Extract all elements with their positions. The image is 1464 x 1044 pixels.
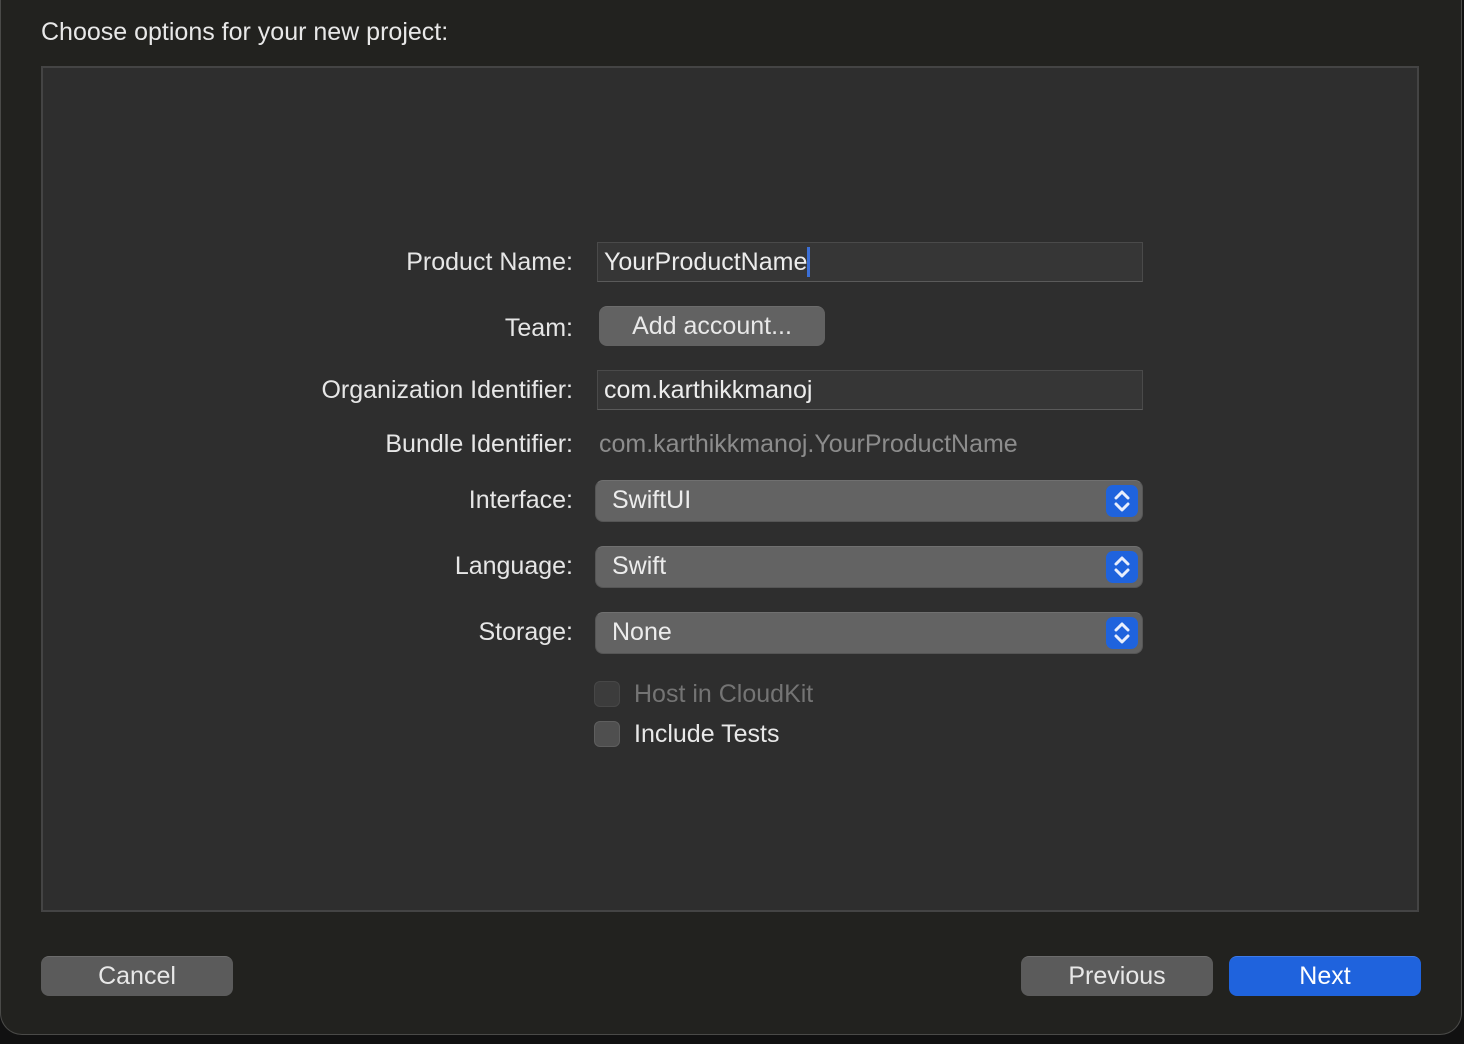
storage-value: None (612, 618, 672, 646)
dialog-title: Choose options for your new project: (41, 18, 449, 46)
text-caret (807, 247, 811, 277)
chevron-up-down-icon (1106, 485, 1138, 517)
host-in-cloudkit-checkbox[interactable] (594, 681, 620, 707)
product-name-input[interactable]: YourProductName (597, 242, 1143, 282)
previous-button[interactable]: Previous (1021, 956, 1213, 996)
bundle-identifier-label: Bundle Identifier: (385, 430, 573, 458)
interface-select[interactable]: SwiftUI (595, 480, 1143, 522)
host-in-cloudkit-label: Host in CloudKit (634, 680, 814, 708)
storage-label: Storage: (478, 618, 573, 646)
team-label: Team: (504, 314, 573, 342)
next-button[interactable]: Next (1229, 956, 1421, 996)
product-name-value: YourProductName (604, 248, 808, 276)
language-select[interactable]: Swift (595, 546, 1143, 588)
org-identifier-label: Organization Identifier: (321, 376, 573, 404)
interface-value: SwiftUI (612, 486, 692, 514)
product-name-label: Product Name: (406, 248, 573, 276)
cancel-button[interactable]: Cancel (41, 956, 233, 996)
chevron-up-down-icon (1106, 551, 1138, 583)
chevron-up-down-icon (1106, 617, 1138, 649)
add-account-button[interactable]: Add account... (599, 306, 825, 346)
interface-label: Interface: (468, 486, 573, 514)
org-identifier-input[interactable]: com.karthikkmanoj (597, 370, 1143, 410)
storage-select[interactable]: None (595, 612, 1143, 654)
new-project-dialog: Choose options for your new project: Pro… (0, 0, 1462, 1035)
include-tests-label: Include Tests (634, 720, 780, 748)
language-value: Swift (612, 552, 667, 580)
org-identifier-value: com.karthikkmanoj (604, 376, 813, 404)
bundle-identifier-value: com.karthikkmanoj.YourProductName (599, 430, 1018, 458)
language-label: Language: (454, 552, 573, 580)
include-tests-checkbox[interactable] (594, 721, 620, 747)
